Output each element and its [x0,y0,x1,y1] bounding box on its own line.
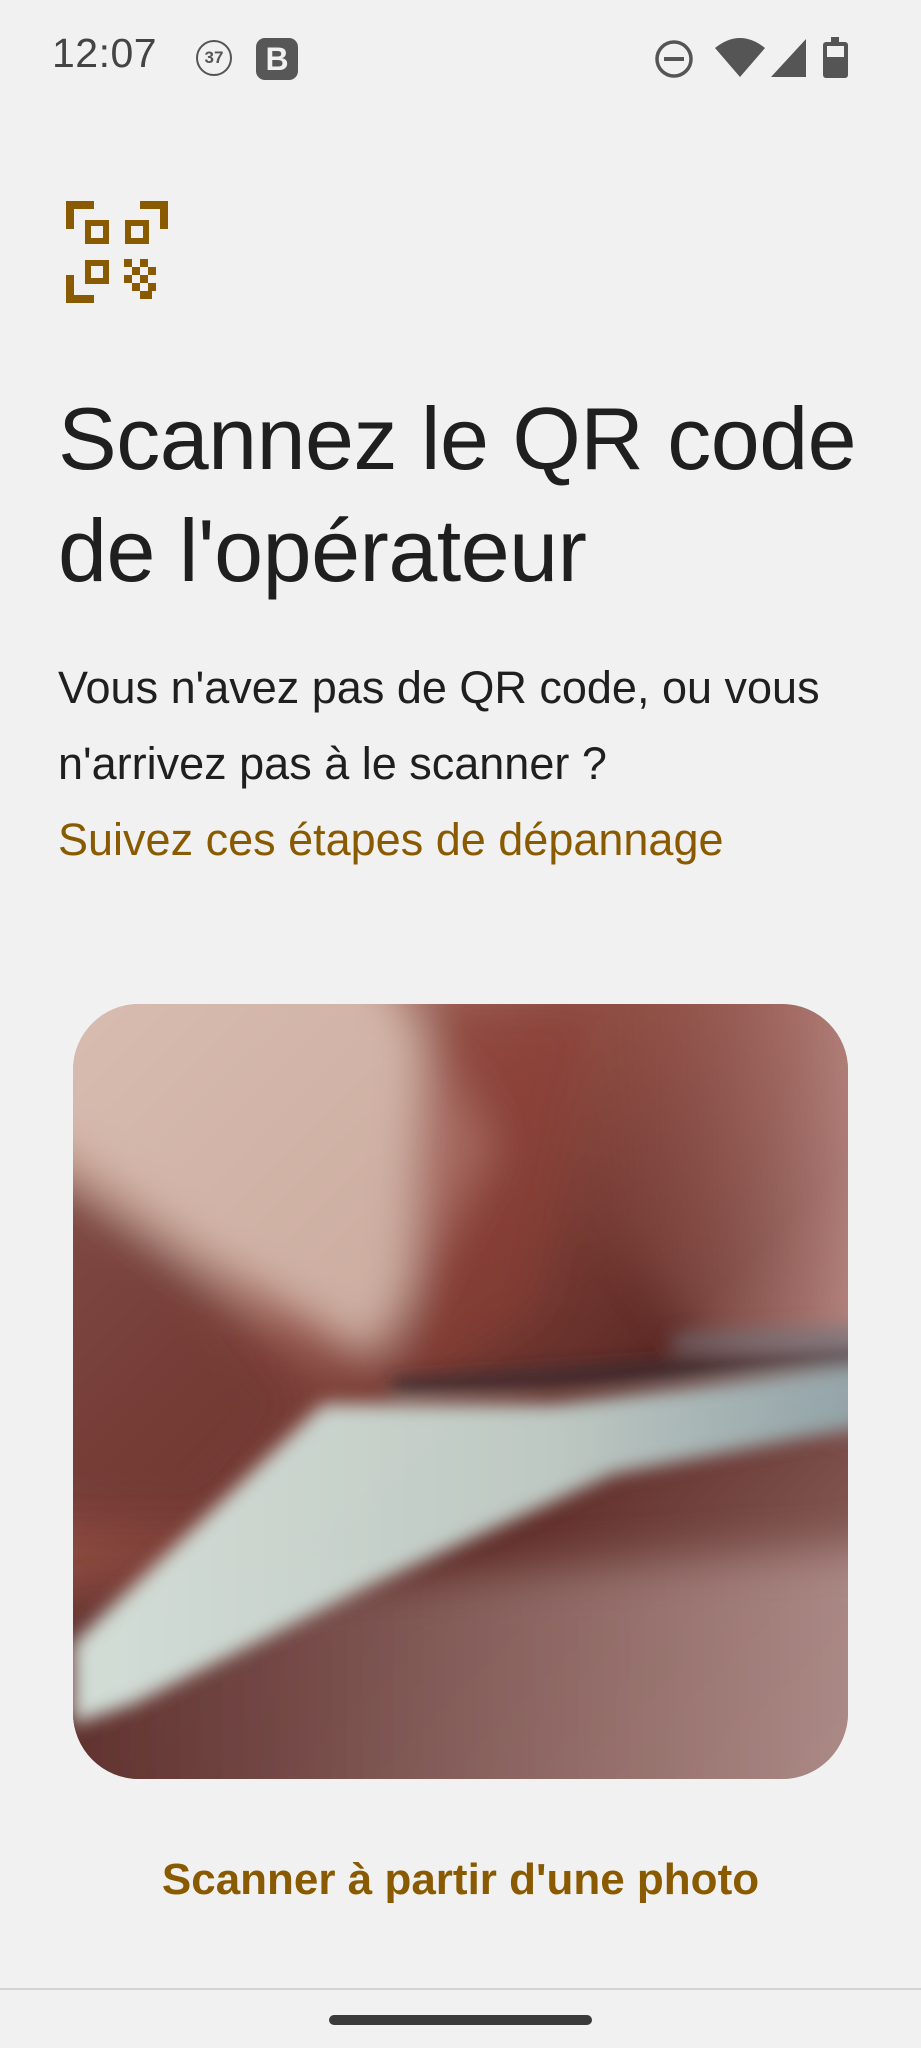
status-bar: 12:07 37 B [0,0,921,118]
qr-code-icon [66,201,168,303]
battery-icon [823,37,848,78]
troubleshooting-link[interactable]: Suivez ces étapes de dépannage [58,802,878,878]
notification-count-badge: 37 [196,40,232,76]
help-text-block: Vous n'avez pas de QR code, ou vous n'ar… [58,650,878,878]
divider [0,1988,921,1990]
notification-app-icon: B [256,38,298,80]
wifi-icon [715,38,765,77]
do-not-disturb-icon [655,40,693,78]
signal-icon [771,39,806,77]
camera-feed-image [73,1004,848,1779]
status-time: 12:07 [52,30,158,76]
help-text: Vous n'avez pas de QR code, ou vous n'ar… [58,662,820,789]
status-icons [655,37,848,78]
camera-viewfinder[interactable] [73,1004,848,1779]
scan-from-photo-button[interactable]: Scanner à partir d'une photo [0,1855,921,1905]
page-title: Scannez le QR code de l'opérateur [58,389,857,600]
home-gesture-handle[interactable] [329,2015,592,2025]
